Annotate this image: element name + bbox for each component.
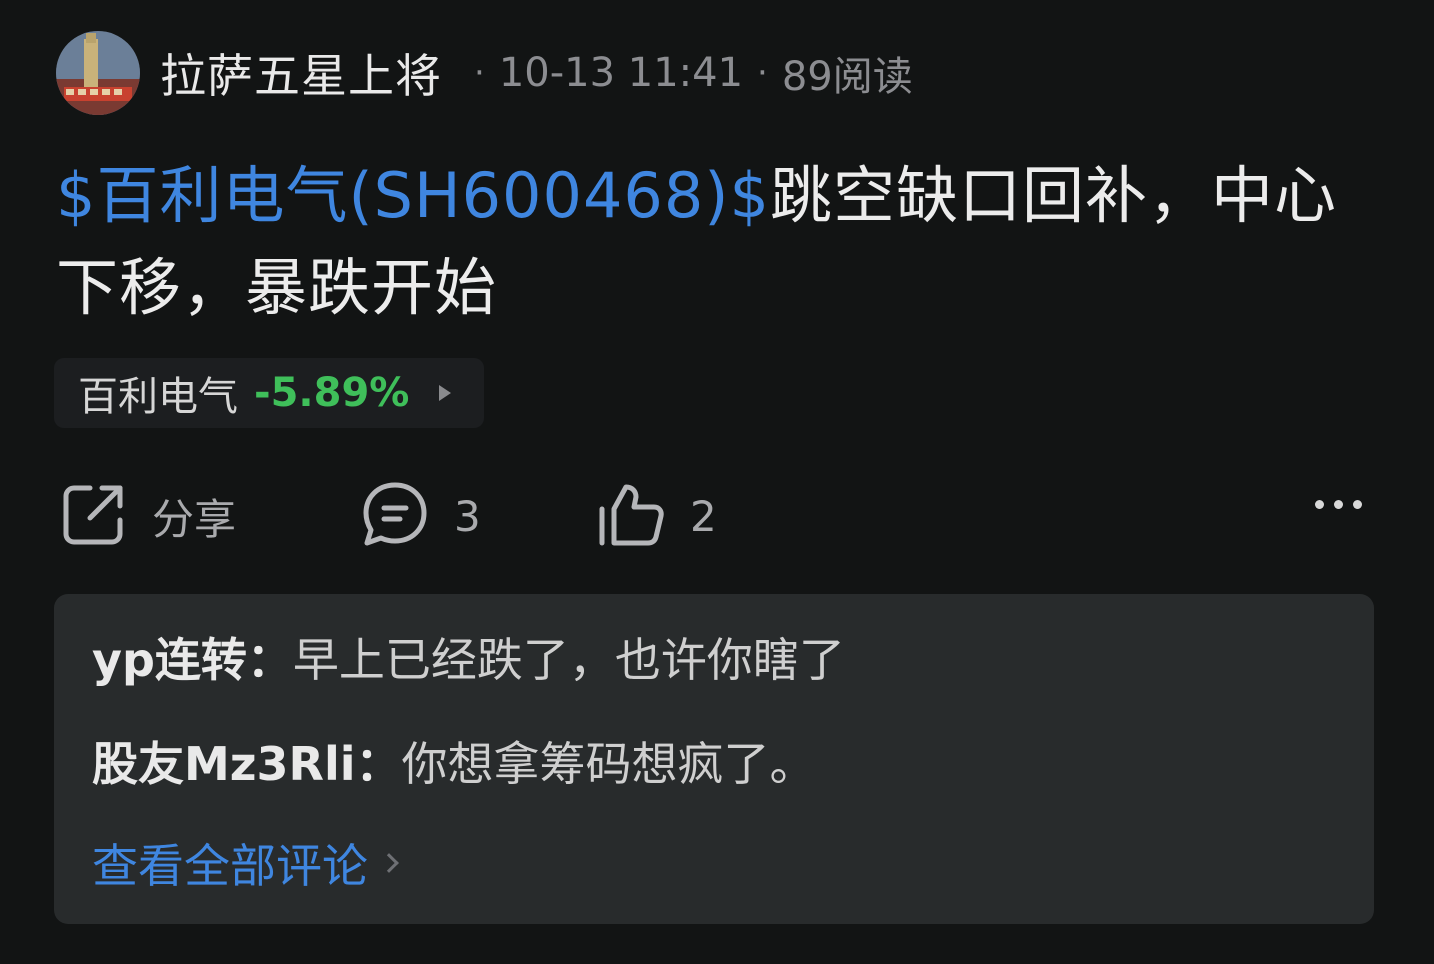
share-icon (60, 480, 128, 552)
comment-user[interactable]: yp连转： (92, 633, 293, 687)
stock-chip-name: 百利电气 (78, 374, 238, 420)
post-time: 10-13 11:41 (498, 50, 744, 96)
post-content: $百利电气(SH600468)$跳空缺口回补，中心下移，暴跌开始 (56, 150, 1346, 334)
author-name[interactable]: 拉萨五星上将 (160, 40, 442, 106)
more-dot-icon (1334, 500, 1343, 509)
more-options-button[interactable] (1315, 500, 1362, 509)
like-count: 2 (690, 491, 717, 541)
comment-text: 早上已经跌了，也许你瞎了 (292, 633, 845, 687)
stock-chip[interactable]: 百利电气 -5.89% (54, 358, 484, 428)
comment-button[interactable]: 3 (360, 478, 481, 554)
thumbs-up-icon (596, 479, 666, 553)
avatar[interactable] (56, 31, 140, 115)
play-arrow-icon (439, 385, 452, 401)
post-header: 拉萨五星上将 · 10-13 11:41 · 89阅读 (56, 30, 913, 116)
comment-text: 你想拿筹码想疯了。 (401, 737, 816, 791)
comment-bubble-icon (360, 479, 430, 553)
comment-count: 3 (454, 491, 481, 541)
more-dot-icon (1353, 500, 1362, 509)
stock-chip-change: -5.89% (254, 370, 410, 416)
comment-item[interactable]: yp连转：早上已经跌了，也许你瞎了 (92, 624, 1374, 728)
comment-item[interactable]: 股友Mz3Rli：你想拿筹码想疯了。 (92, 728, 1374, 832)
read-count: 89阅读 (781, 54, 913, 100)
separator-dot: · (474, 53, 485, 93)
like-button[interactable]: 2 (596, 478, 717, 554)
comment-user[interactable]: 股友Mz3Rli： (92, 737, 402, 791)
share-button[interactable]: 分享 (60, 478, 236, 554)
post-card: 拉萨五星上将 · 10-13 11:41 · 89阅读 $百利电气(SH6004… (0, 0, 1434, 964)
more-dot-icon (1315, 500, 1324, 509)
view-all-comments-link[interactable]: 查看全部评论 (92, 830, 1374, 896)
comments-preview: yp连转：早上已经跌了，也许你瞎了 股友Mz3Rli：你想拿筹码想疯了。 查看全… (54, 594, 1374, 924)
share-label: 分享 (152, 494, 237, 544)
post-meta: · 10-13 11:41 · 89阅读 (460, 44, 913, 102)
action-bar: 分享 3 2 (60, 478, 1370, 554)
chevron-right-icon (379, 853, 399, 873)
separator-dot: · (757, 53, 768, 93)
view-all-comments-label: 查看全部评论 (92, 839, 368, 893)
stock-tag-link[interactable]: $百利电气(SH600468)$ (56, 159, 770, 232)
